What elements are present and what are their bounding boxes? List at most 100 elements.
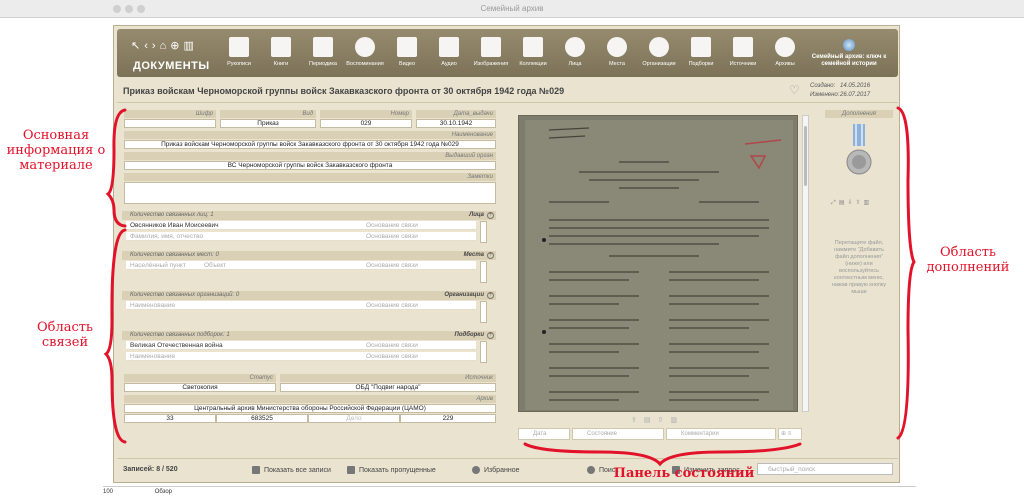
archive-fund-field[interactable]: 33 bbox=[124, 414, 216, 423]
archive-field[interactable]: Центральный архив Министерства обороны Р… bbox=[124, 404, 496, 413]
database-icon bbox=[775, 37, 795, 57]
archive-page-field[interactable]: 229 bbox=[400, 414, 496, 423]
view-mode[interactable]: Обзор bbox=[155, 489, 172, 495]
add-selection-icon[interactable]: + bbox=[487, 332, 494, 339]
save-icon[interactable]: ⇩ bbox=[847, 200, 855, 206]
record-title: Приказ войскам Черноморской группы войск… bbox=[123, 86, 565, 96]
minimize-window-icon[interactable] bbox=[125, 5, 133, 13]
status-field[interactable]: Светокопия bbox=[124, 383, 276, 392]
tool-places[interactable]: Места bbox=[597, 37, 637, 67]
organization-placeholder-row[interactable]: Наименование Основание связи bbox=[126, 301, 476, 310]
tool-books[interactable]: Книги bbox=[261, 37, 301, 67]
tool-sources[interactable]: Источники bbox=[723, 37, 763, 67]
add-person-icon[interactable]: + bbox=[487, 212, 494, 219]
tool-periodicals[interactable]: Периодика bbox=[303, 37, 343, 67]
delete-icon[interactable]: ▥ bbox=[670, 417, 684, 424]
archive-inventory-field[interactable]: 683525 bbox=[216, 414, 308, 423]
tool-manuscripts[interactable]: Рукописи bbox=[219, 37, 259, 67]
tool-organizations[interactable]: Организации bbox=[639, 37, 679, 67]
person-placeholder-row[interactable]: Фамилия, имя, отчество Основание связи bbox=[126, 232, 476, 241]
skip-icon bbox=[347, 466, 355, 474]
name-field[interactable]: Приказ войскам Черноморской группы войск… bbox=[124, 140, 496, 149]
trash-icon[interactable]: ▥ bbox=[183, 40, 197, 52]
scan-action-icons: ⇪▤⇧▥ bbox=[631, 416, 684, 424]
navigation-icons: ↖‹›⌂⊕▥ bbox=[131, 39, 198, 52]
add-organization-icon[interactable]: + bbox=[487, 292, 494, 299]
add-place-icon[interactable]: + bbox=[487, 252, 494, 259]
heart-icon bbox=[472, 466, 480, 474]
archive-label: Архив bbox=[124, 395, 496, 403]
export-icon[interactable]: ⇧ bbox=[856, 200, 864, 206]
window-title: Семейный архив bbox=[480, 4, 544, 13]
file-icon[interactable]: ▤ bbox=[644, 417, 658, 424]
cipher-field[interactable] bbox=[124, 119, 216, 128]
globe-icon bbox=[607, 37, 627, 57]
delete-icon[interactable]: ▥ bbox=[864, 200, 873, 206]
selections-scrollbar[interactable] bbox=[480, 341, 487, 363]
supplements-panel: Дополнения ⤢▤⇩⇧▥ Перетащите файл, нажмит… bbox=[823, 110, 895, 450]
close-window-icon[interactable] bbox=[113, 5, 121, 13]
show-skipped-button[interactable]: Показать пропущенные bbox=[347, 466, 436, 474]
zoom-window-icon[interactable] bbox=[137, 5, 145, 13]
quick-search-input[interactable]: быстрый_поиск bbox=[757, 463, 893, 475]
organizations-scrollbar[interactable] bbox=[480, 301, 487, 323]
calendar-icon bbox=[313, 37, 333, 57]
scan-panel: ⇪▤⇧▥ Дата Состояние Комментарии ⊕ ≡ bbox=[513, 110, 814, 474]
favorite-heart-icon[interactable]: ♡ bbox=[789, 83, 803, 97]
issuer-field[interactable]: ВС Черноморской группы войск Закавказско… bbox=[124, 161, 496, 170]
person-icon bbox=[565, 37, 585, 57]
list-item[interactable]: Великая Отечественная война Основание свя… bbox=[126, 341, 476, 350]
export-icon[interactable]: ⇧ bbox=[658, 417, 671, 424]
archive-case-field[interactable]: Дело bbox=[308, 414, 400, 423]
annotation-supplements-area: Область дополнений bbox=[926, 245, 1010, 275]
type-field[interactable]: Приказ bbox=[220, 119, 316, 128]
tool-archives[interactable]: Архивы bbox=[765, 37, 805, 67]
record-dates: Создано: 14.05.2016 Изменено:26.07.2017 bbox=[810, 83, 871, 98]
notes-label: Заметки bbox=[124, 173, 496, 181]
tool-images[interactable]: Изображения bbox=[471, 37, 511, 67]
record-header: Приказ войскам Черноморской группы войск… bbox=[117, 79, 898, 103]
status-bar: 100 Обзор bbox=[103, 486, 916, 496]
scrollbar-thumb[interactable] bbox=[804, 126, 807, 186]
medal-thumbnail[interactable] bbox=[846, 124, 872, 182]
home-icon[interactable]: ⌂ bbox=[160, 40, 171, 52]
persons-scrollbar[interactable] bbox=[480, 221, 487, 243]
state-date-field[interactable]: Дата bbox=[518, 428, 570, 440]
back-icon[interactable]: ↖ bbox=[131, 40, 144, 52]
source-label: Источник bbox=[280, 374, 496, 382]
date-field[interactable]: 30.10.1942 bbox=[416, 119, 496, 128]
places-section-header: Количество связанных мест: 0 Места + bbox=[122, 251, 496, 260]
places-scrollbar[interactable] bbox=[480, 261, 487, 283]
pencil-icon bbox=[229, 37, 249, 57]
list-item[interactable]: Овсянников Иван Моисеевич Основание связи bbox=[126, 221, 476, 230]
zoom-level[interactable]: 100 bbox=[103, 489, 113, 495]
tool-persons[interactable]: Лица bbox=[555, 37, 595, 67]
number-field[interactable]: 029 bbox=[320, 119, 412, 128]
app-window: ↖‹›⌂⊕▥ ДОКУМЕНТЫ Рукописи Книги Периодик… bbox=[113, 25, 900, 483]
place-placeholder-row[interactable]: Населённый пункт Объект Основание связи bbox=[126, 261, 476, 270]
tool-collections[interactable]: Коллекции bbox=[513, 37, 553, 67]
tool-video[interactable]: Видео bbox=[387, 37, 427, 67]
tool-selections[interactable]: Подборки bbox=[681, 37, 721, 67]
show-all-button[interactable]: Показать все записи bbox=[252, 466, 331, 474]
selection-placeholder-row[interactable]: Наименование Основание связи bbox=[126, 352, 476, 361]
main-toolbar: ↖‹›⌂⊕▥ ДОКУМЕНТЫ Рукописи Книги Периодик… bbox=[117, 29, 898, 77]
add-icon[interactable]: ⊕ bbox=[170, 40, 183, 52]
fullscreen-icon[interactable]: ⤢ bbox=[831, 200, 839, 206]
notes-field[interactable] bbox=[124, 182, 496, 204]
tool-memories[interactable]: Воспоминания bbox=[345, 37, 385, 67]
state-comments-field[interactable]: Комментарии bbox=[666, 428, 776, 440]
supplement-action-icons: ⤢▤⇩⇧▥ bbox=[831, 199, 872, 207]
state-state-field[interactable]: Состояние bbox=[572, 428, 664, 440]
next-icon[interactable]: › bbox=[152, 40, 160, 52]
camera-icon bbox=[397, 37, 417, 57]
favorites-button[interactable]: Избранное bbox=[472, 466, 519, 474]
source-field[interactable]: ОБД "Подвиг народа" bbox=[280, 383, 496, 392]
scan-scrollbar[interactable] bbox=[802, 115, 809, 412]
state-controls[interactable]: ⊕ ≡ bbox=[778, 428, 802, 440]
window-titlebar: Семейный архив bbox=[0, 0, 1024, 18]
tool-audio[interactable]: Аудио bbox=[429, 37, 469, 67]
upload-icon[interactable]: ⇪ bbox=[631, 417, 644, 424]
prev-icon[interactable]: ‹ bbox=[144, 40, 152, 52]
cipher-label: Шифр bbox=[124, 110, 216, 118]
